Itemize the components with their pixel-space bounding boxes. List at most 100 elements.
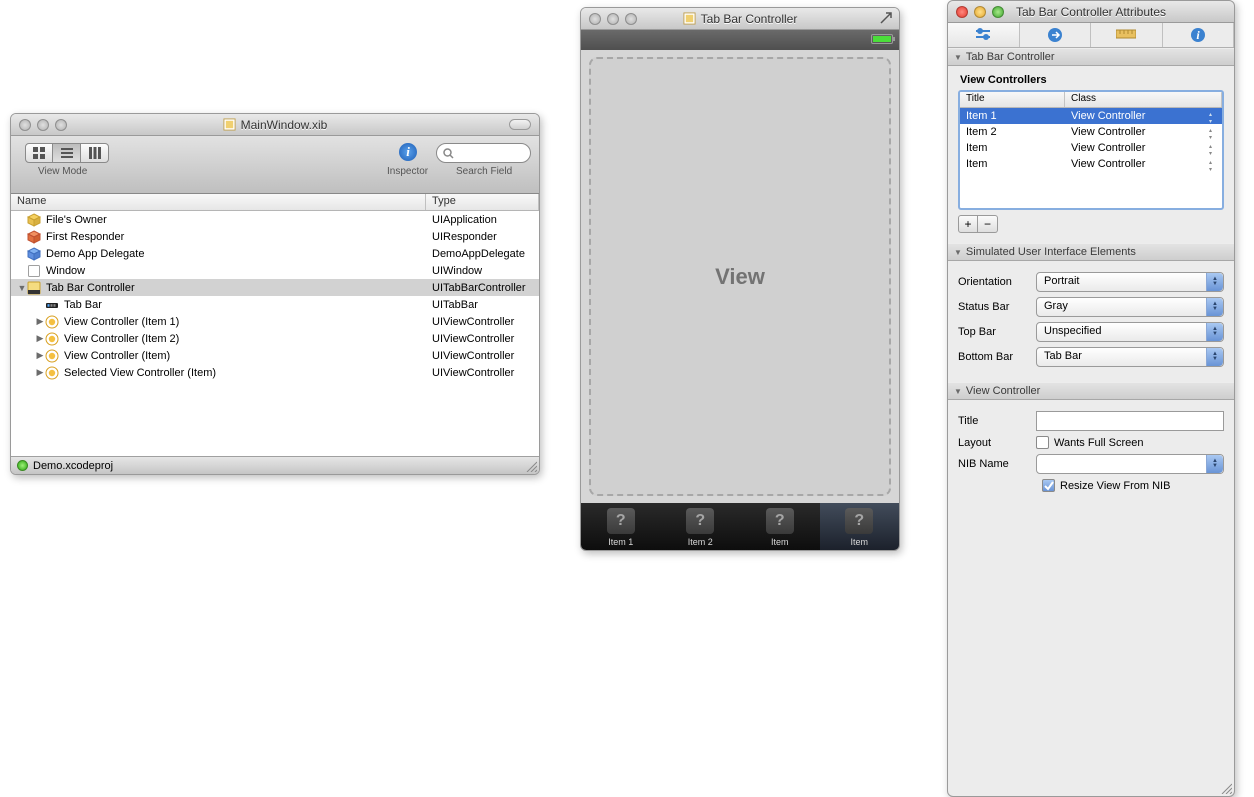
column-type[interactable]: Type — [426, 194, 539, 210]
outline-row[interactable]: ▶View Controller (Item 2)UIViewControlle… — [11, 330, 539, 347]
view-mode-label: View Mode — [38, 166, 87, 177]
disclosure-triangle[interactable]: ▶ — [35, 367, 45, 378]
stepper-icon[interactable]: ▴▾ — [1209, 160, 1217, 172]
status-bar: Demo.xcodeproj — [11, 456, 539, 474]
ios-tab-item[interactable]: ?Item — [820, 503, 900, 551]
window-title: Tab Bar Controller — [701, 12, 798, 26]
ios-tab-item[interactable]: ?Item 2 — [661, 503, 741, 551]
outline-row[interactable]: Tab BarUITabBar — [11, 296, 539, 313]
cell-title: Item 1 — [960, 110, 1065, 122]
status-bar-popup[interactable]: Gray▲▼ — [1036, 297, 1224, 317]
ios-tab-item[interactable]: ?Item 1 — [581, 503, 661, 551]
row-type: UIResponder — [426, 231, 539, 243]
disclosure-triangle[interactable]: ▼ — [17, 283, 27, 293]
row-type: UIViewController — [426, 367, 539, 379]
resize-view-checkbox[interactable] — [1042, 479, 1055, 492]
titlebar[interactable]: Tab Bar Controller Attributes — [948, 1, 1234, 23]
outline-row[interactable]: File's OwnerUIApplication — [11, 211, 539, 228]
view-mode-list[interactable] — [53, 143, 81, 163]
tab-attributes[interactable] — [948, 23, 1020, 47]
cell-class: View Controller▴▾ — [1065, 126, 1222, 138]
list-column-class[interactable]: Class — [1065, 92, 1222, 107]
outline-view[interactable]: File's OwnerUIApplicationFirst Responder… — [11, 211, 539, 381]
section-simulated-ui[interactable]: ▼Simulated User Interface Elements — [948, 243, 1234, 261]
tab-label: Item — [771, 537, 789, 547]
outline-row[interactable]: First ResponderUIResponder — [11, 228, 539, 245]
add-button[interactable]: + — [958, 215, 978, 233]
top-bar-label: Top Bar — [958, 326, 1036, 338]
bottom-bar-label: Bottom Bar — [958, 351, 1036, 363]
wants-full-screen-checkbox[interactable] — [1036, 436, 1049, 449]
cell-title: Item 2 — [960, 126, 1065, 138]
search-field[interactable] — [436, 143, 531, 163]
tab-placeholder-icon: ? — [607, 508, 635, 534]
section-view-controller[interactable]: ▼View Controller — [948, 382, 1234, 400]
inspector-icon[interactable]: i — [399, 143, 417, 161]
ios-tab-item[interactable]: ?Item — [740, 503, 820, 551]
section-tab-bar-controller[interactable]: ▼Tab Bar Controller — [948, 48, 1234, 66]
resize-grip-icon[interactable] — [525, 460, 537, 472]
tab-label: Item — [850, 537, 868, 547]
titlebar[interactable]: MainWindow.xib — [11, 114, 539, 136]
search-label: Search Field — [456, 166, 512, 177]
inspector-label: Inspector — [387, 166, 428, 177]
view-mode-icons[interactable] — [25, 143, 53, 163]
outline-row[interactable]: ▶ View Controller (Item) UIViewController — [11, 347, 539, 364]
toolbar-toggle-button[interactable] — [509, 119, 531, 130]
list-row[interactable]: Item 2View Controller▴▾ — [960, 124, 1222, 140]
window-title: Tab Bar Controller Attributes — [1016, 5, 1166, 19]
outline-row[interactable]: ▶Selected View Controller (Item)UIViewCo… — [11, 364, 539, 381]
tab-identity[interactable]: i — [1163, 23, 1235, 47]
row-type: UIWindow — [426, 265, 539, 277]
outline-row[interactable]: ▶View Controller (Item 1)UIViewControlle… — [11, 313, 539, 330]
row-name: View Controller (Item) — [64, 350, 170, 362]
list-column-title[interactable]: Title — [960, 92, 1065, 107]
top-bar-popup[interactable]: Unspecified▲▼ — [1036, 322, 1224, 342]
cube-yellow-icon — [27, 213, 41, 227]
view-controllers-list[interactable]: Title Class Item 1View Controller▴▾Item … — [958, 90, 1224, 210]
expand-icon[interactable] — [880, 12, 892, 27]
view-placeholder[interactable]: View — [589, 57, 891, 496]
list-row[interactable]: Item 1View Controller▴▾ — [960, 108, 1222, 124]
stepper-icon[interactable]: ▴▾ — [1209, 112, 1217, 124]
row-name: Tab Bar — [64, 299, 102, 311]
outline-row[interactable]: Demo App DelegateDemoAppDelegate — [11, 245, 539, 262]
row-type: UIApplication — [426, 214, 539, 226]
cell-title: Item — [960, 142, 1065, 154]
view-mode-segmented[interactable] — [25, 143, 109, 163]
row-name: View Controller (Item 2) — [64, 333, 179, 345]
window-outline-icon — [27, 264, 41, 278]
window-title: MainWindow.xib — [241, 118, 328, 132]
vc-circle-icon — [45, 366, 59, 380]
tab-connections[interactable] — [1020, 23, 1092, 47]
stepper-icon[interactable]: ▴▾ — [1209, 144, 1217, 156]
disclosure-triangle[interactable]: ▶ — [35, 350, 45, 361]
list-row[interactable]: ItemView Controller▴▾ — [960, 140, 1222, 156]
titlebar[interactable]: Tab Bar Controller — [581, 8, 899, 30]
remove-button[interactable]: − — [978, 215, 998, 233]
tab-size[interactable] — [1091, 23, 1163, 47]
title-field[interactable] — [1036, 411, 1224, 431]
cell-class: View Controller▴▾ — [1065, 158, 1222, 170]
column-name[interactable]: Name — [11, 194, 426, 210]
outline-row[interactable]: Window UIWindow — [11, 262, 539, 279]
resize-grip-icon[interactable] — [1220, 782, 1232, 794]
disclosure-triangle[interactable]: ▶ — [35, 333, 45, 344]
view-mode-column[interactable] — [81, 143, 109, 163]
row-type: UIViewController — [426, 350, 539, 362]
bottom-bar-popup[interactable]: Tab Bar▲▼ — [1036, 347, 1224, 367]
ios-status-bar — [581, 30, 899, 50]
toolbar: View Mode i Inspector Search Field — [11, 136, 539, 194]
row-name: Window — [46, 265, 85, 277]
orientation-popup[interactable]: Portrait▲▼ — [1036, 272, 1224, 292]
disclosure-triangle[interactable]: ▶ — [35, 316, 45, 327]
cell-class: View Controller▴▾ — [1065, 142, 1222, 154]
nib-name-combobox[interactable]: ▲▼ — [1036, 454, 1224, 474]
table-header: Name Type — [11, 194, 539, 211]
status-bar-label: Status Bar — [958, 301, 1036, 313]
outline-row[interactable]: ▼Tab Bar ControllerUITabBarController — [11, 279, 539, 296]
stepper-icon[interactable]: ▴▾ — [1209, 128, 1217, 140]
list-row[interactable]: ItemView Controller▴▾ — [960, 156, 1222, 172]
search-icon — [443, 148, 454, 159]
ios-tab-bar[interactable]: ?Item 1?Item 2?Item?Item — [581, 503, 899, 551]
